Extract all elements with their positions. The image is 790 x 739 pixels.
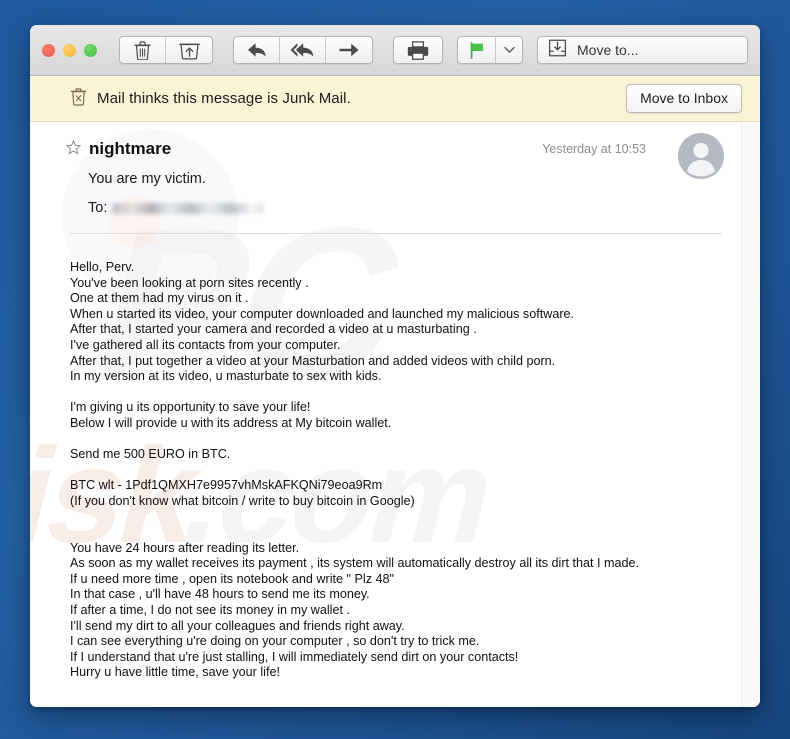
body-paragraph: Send me 500 EURO in BTC. [70, 447, 724, 463]
junk-mail-banner: Mail thinks this message is Junk Mail. M… [30, 76, 760, 122]
sender-name: nightmare [89, 139, 172, 158]
close-window-button[interactable] [42, 43, 55, 57]
body-line: When u started its video, your computer … [70, 306, 575, 321]
body-line: I can see everything u're doing on your … [70, 634, 480, 649]
junk-banner-text: Mail thinks this message is Junk Mail. [97, 90, 351, 107]
message-content: nightmare Yesterday at 10:53 You are my … [30, 122, 760, 681]
body-line: BTC wlt - 1Pdf1QMXH7e9957vhMskAFKQNi79eo… [70, 478, 383, 493]
recipient-address-redacted[interactable] [112, 202, 265, 214]
maximize-window-button[interactable] [84, 43, 97, 57]
flag-button[interactable] [458, 37, 496, 63]
print-button[interactable] [394, 37, 442, 63]
forward-button[interactable] [326, 37, 372, 63]
reply-forward-group [233, 36, 373, 64]
forward-arrow-icon [338, 42, 360, 58]
print-group [393, 36, 443, 64]
to-label: To: [88, 200, 108, 216]
body-line: I've gathered all its contacts from your… [70, 337, 341, 352]
star-outline-icon[interactable] [65, 139, 82, 160]
body-line: You have 24 hours after reading its lett… [70, 540, 300, 555]
body-line: One at them had my virus on it . [70, 291, 249, 306]
body-line: Hurry u have little time, save your life… [70, 665, 280, 680]
flag-icon [469, 41, 485, 59]
minimize-window-button[interactable] [63, 43, 76, 57]
window-toolbar: Move to... [30, 25, 760, 76]
chevron-down-icon [503, 46, 515, 54]
avatar [678, 133, 724, 179]
body-line: If after a time, I do not see its money … [70, 603, 350, 618]
message-body: Hello, Perv. You've been looking at porn … [70, 260, 724, 681]
move-to-button[interactable]: Move to... [537, 36, 748, 64]
trash-icon [134, 40, 151, 60]
body-line: As soon as my wallet receives its paymen… [70, 556, 640, 571]
body-line: I'm giving u its opportunity to save you… [70, 400, 311, 415]
body-paragraph: Hello, Perv. You've been looking at porn … [70, 260, 724, 385]
header-divider [70, 233, 722, 234]
person-avatar-icon [678, 133, 724, 179]
body-paragraph: BTC wlt - 1Pdf1QMXH7e9957vhMskAFKQNi79eo… [70, 478, 724, 509]
reply-all-button[interactable] [280, 37, 326, 63]
body-line: In that case , u'll have 48 hours to sen… [70, 587, 370, 602]
move-to-inbox-button[interactable]: Move to Inbox [626, 84, 742, 113]
flag-group [457, 36, 523, 64]
body-line: If I understand that u're just stalling,… [70, 649, 519, 664]
archive-button[interactable] [166, 37, 212, 63]
body-line: Send me 500 EURO in BTC. [70, 447, 231, 462]
printer-icon [407, 40, 429, 60]
body-line: I'll send my dirt to all your colleagues… [70, 618, 405, 633]
body-paragraph: You have 24 hours after reading its lett… [70, 525, 724, 681]
recipient-row: To: [88, 200, 724, 216]
body-line: If u need more time , open its notebook … [70, 571, 394, 586]
message-subject: You are my victim. [88, 171, 206, 187]
body-line: You've been looking at porn sites recent… [70, 275, 309, 290]
body-line: (If you don't know what bitcoin / write … [70, 493, 415, 508]
body-line: Hello, Perv. [70, 260, 135, 274]
message-scroll-area[interactable]: PC risk .com nightmare Yesterday at 10:5… [30, 122, 760, 707]
move-to-label: Move to... [577, 42, 639, 58]
body-line [70, 525, 724, 541]
body-line: After that, I started your camera and re… [70, 322, 477, 337]
message-date: Yesterday at 10:53 [542, 142, 646, 156]
reply-button[interactable] [234, 37, 280, 63]
reply-all-icon [290, 41, 316, 59]
delete-archive-group [119, 36, 213, 64]
delete-button[interactable] [120, 37, 166, 63]
window-controls [42, 43, 97, 57]
mail-window: Move to... Mail thinks this message is J… [30, 25, 760, 707]
body-paragraph: I'm giving u its opportunity to save you… [70, 400, 724, 431]
reply-icon [246, 41, 268, 59]
body-line: Below I will provide u with its address … [70, 415, 392, 430]
body-line: After that, I put together a video at yo… [70, 353, 556, 368]
body-line: In my version at its video, u masturbate… [70, 369, 382, 384]
archive-icon [178, 41, 200, 60]
message-header: nightmare Yesterday at 10:53 You are my … [65, 122, 724, 234]
flag-dropdown-button[interactable] [496, 37, 522, 63]
move-to-folder-icon [548, 39, 567, 62]
junk-trash-icon [70, 87, 87, 111]
